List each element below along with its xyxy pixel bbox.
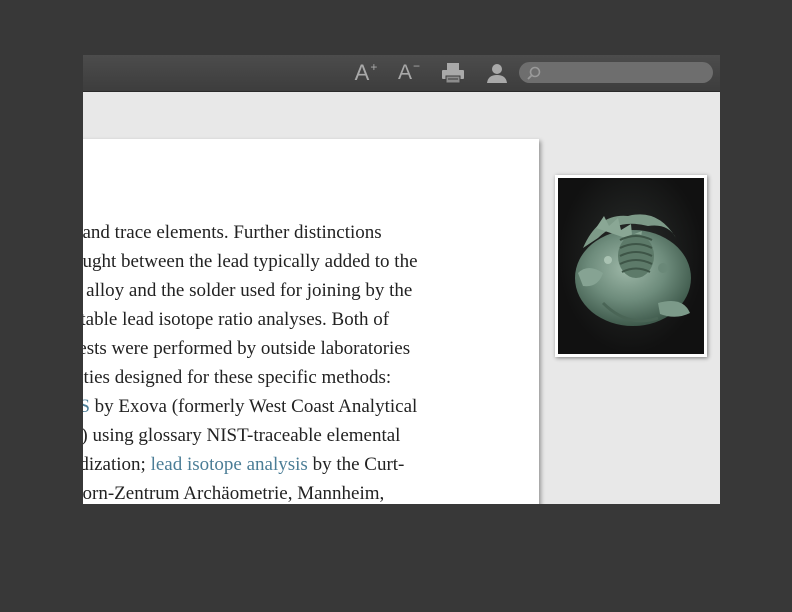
article-line: , and trace elements. Further distinctio… bbox=[83, 218, 418, 247]
article-text-segment: stable lead isotope ratio analyses. Both… bbox=[83, 309, 390, 330]
font-decrease-icon: A− bbox=[397, 59, 421, 84]
article-text-segment: rdization; bbox=[83, 454, 146, 475]
article-line: ought between the lead typically added t… bbox=[83, 247, 418, 276]
article-line: e) using glossary NIST-traceable element… bbox=[83, 421, 418, 450]
font-decrease-button[interactable]: A− bbox=[396, 59, 422, 87]
bronze-sculpture-image bbox=[558, 178, 704, 354]
article-line: stable lead isotope ratio analyses. Both… bbox=[83, 305, 418, 334]
article-text-segment: lities designed for these specific metho… bbox=[83, 367, 392, 388]
article-text: , and trace elements. Further distinctio… bbox=[83, 218, 418, 504]
article-text-segment: by Exova (formerly West Coast Analytical bbox=[89, 396, 418, 417]
article-text-segment: horn-Zentrum Archäometrie, Mannheim, bbox=[83, 483, 385, 504]
article-text-segment: e) using glossary NIST-traceable element… bbox=[83, 425, 401, 446]
article-line: tests were performed by outside laborato… bbox=[83, 334, 418, 363]
font-increase-icon: A+ bbox=[354, 60, 378, 85]
content-area: , and trace elements. Further distinctio… bbox=[83, 92, 720, 504]
article-text-segment: ought between the lead typically added t… bbox=[83, 251, 418, 272]
user-icon bbox=[487, 64, 507, 83]
search-icon bbox=[527, 66, 541, 80]
article-line: e alloy and the solder used for joining … bbox=[83, 276, 418, 305]
printer-icon bbox=[442, 63, 464, 84]
article-line: horn-Zentrum Archäometrie, Mannheim, bbox=[83, 479, 418, 504]
glossary-link[interactable]: IS bbox=[83, 396, 90, 417]
article-page: , and trace elements. Further distinctio… bbox=[83, 139, 539, 504]
user-button[interactable] bbox=[485, 59, 509, 87]
reader-window: A+ A− , and trace elements. Further dist… bbox=[83, 55, 720, 504]
article-text-segment: e alloy and the solder used for joining … bbox=[83, 280, 413, 301]
glossary-link[interactable]: lead isotope analysis bbox=[151, 454, 308, 475]
article-text-segment: tests were performed by outside laborato… bbox=[83, 338, 411, 359]
article-line: IS by Exova (formerly West Coast Analyti… bbox=[83, 392, 418, 421]
print-button[interactable] bbox=[440, 59, 466, 87]
toolbar: A+ A− bbox=[83, 55, 720, 92]
search-input[interactable] bbox=[519, 62, 713, 83]
article-line: rdization; lead isotope analysis by the … bbox=[83, 450, 418, 479]
article-text-segment: by the Curt- bbox=[307, 454, 405, 475]
thumbnail-frame[interactable] bbox=[555, 175, 707, 357]
font-increase-button[interactable]: A+ bbox=[353, 59, 379, 87]
article-text-segment: , and trace elements. Further distinctio… bbox=[83, 222, 382, 243]
article-line: lities designed for these specific metho… bbox=[83, 363, 418, 392]
